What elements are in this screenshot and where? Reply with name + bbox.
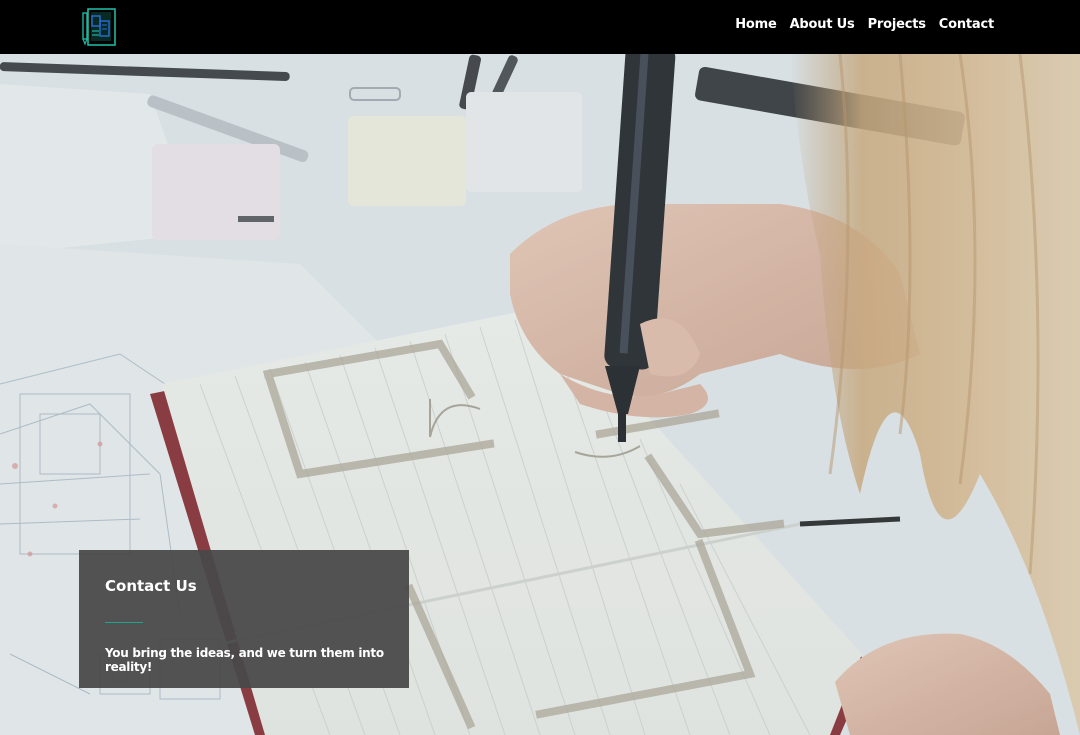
main-nav: Home About Us Projects Contact: [735, 17, 994, 32]
tagline-text: You bring the ideas, and we turn them in…: [105, 646, 384, 674]
nav-home-link[interactable]: Home: [735, 17, 777, 32]
nav-projects-link[interactable]: Projects: [868, 17, 926, 32]
contact-card: Contact Us You bring the ideas, and we t…: [79, 550, 409, 688]
site-header: Home About Us Projects Contact: [0, 0, 1080, 54]
nav-contact-link[interactable]: Contact: [939, 17, 994, 32]
blueprint-building-logo-icon[interactable]: [80, 7, 118, 47]
nav-about-link[interactable]: About Us: [790, 17, 855, 32]
hero-section: Contact Us You bring the ideas, and we t…: [0, 54, 1080, 735]
page-title: Contact Us: [105, 577, 197, 595]
accent-divider: [105, 622, 143, 623]
